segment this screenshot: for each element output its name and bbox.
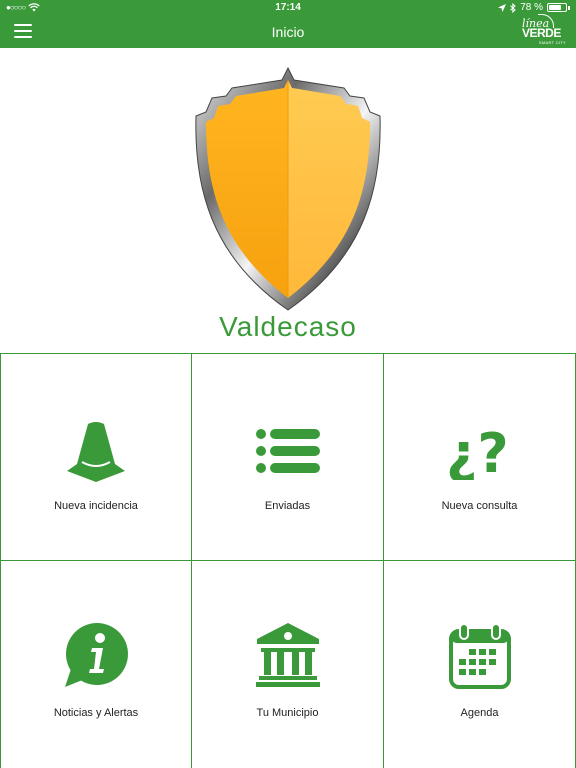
question-marks-icon: ¿? — [446, 424, 509, 480]
status-right: 78 % — [498, 2, 570, 13]
tile-label: Nueva incidencia — [54, 500, 138, 512]
location-arrow-icon — [498, 3, 507, 12]
traffic-cone-icon — [67, 422, 125, 482]
tile-noticias-alertas[interactable]: Noticias y Alertas — [0, 561, 192, 768]
logo-line3: SMART CITY — [538, 40, 566, 45]
town-hall-icon — [255, 623, 320, 687]
tile-nueva-consulta[interactable]: ¿? Nueva consulta — [384, 354, 576, 561]
logo-line2: VERDE — [522, 26, 561, 40]
status-bar: ●○○○○ 17:14 78 % — [0, 0, 576, 16]
linea-verde-logo: línea VERDE SMART CITY — [520, 14, 566, 45]
town-name: Valdecaso — [219, 311, 357, 342]
list-icon — [255, 429, 320, 473]
tile-nueva-incidencia[interactable]: Nueva incidencia — [0, 354, 192, 561]
status-time: 17:14 — [275, 2, 301, 13]
battery-percent: 78 % — [520, 2, 543, 13]
tile-enviadas[interactable]: Enviadas — [192, 354, 384, 561]
tile-label: Nueva consulta — [441, 500, 518, 512]
tile-agenda[interactable]: Agenda — [384, 561, 576, 768]
page-title: Inicio — [271, 24, 305, 40]
info-bubble-icon — [65, 623, 128, 687]
bluetooth-icon — [510, 2, 516, 13]
town-shield-crest — [195, 66, 381, 311]
tile-tu-municipio[interactable]: Tu Municipio — [192, 561, 384, 768]
app-header: ●○○○○ 17:14 78 % Inicio línea VERDE SMAR… — [0, 0, 576, 48]
calendar-icon — [448, 623, 511, 689]
battery-fill — [549, 5, 562, 10]
tile-label: Enviadas — [264, 500, 311, 512]
battery-tip — [568, 5, 570, 10]
tile-label: Noticias y Alertas — [53, 707, 139, 719]
svg-text:¿?: ¿? — [446, 424, 509, 480]
battery-icon — [547, 3, 567, 12]
main-menu-grid: Nueva incidencia Enviadas ¿? Nueva consu… — [0, 353, 576, 768]
tile-label: Tu Municipio — [256, 707, 319, 719]
tile-label: Agenda — [460, 707, 499, 719]
